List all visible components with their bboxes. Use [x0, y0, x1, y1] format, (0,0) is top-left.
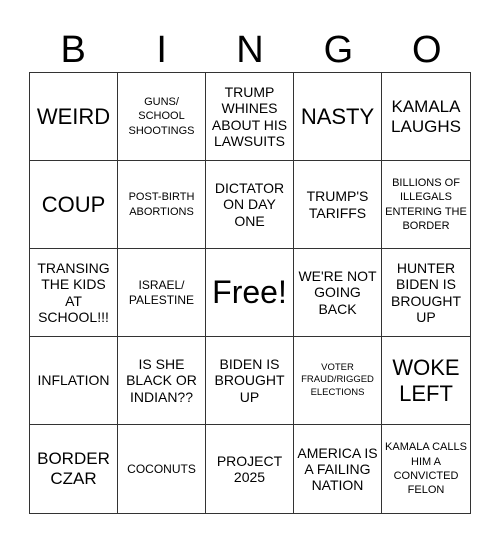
bingo-cell-r1-c5[interactable]: KAMALA LAUGHS	[382, 73, 470, 161]
header-letter-i: I	[156, 29, 167, 71]
bingo-cell-r3-c1[interactable]: TRANSING THE KIDS AT SCHOOL!!!	[30, 249, 118, 337]
header-letter-b: B	[60, 29, 86, 71]
bingo-cell-r3-c2[interactable]: ISRAEL/ PALESTINE	[118, 249, 206, 337]
header-letter-o: O	[412, 29, 442, 71]
bingo-cell-r2-c5[interactable]: BILLIONS OF ILLEGALS ENTERING THE BORDER	[382, 161, 470, 249]
bingo-grid: WEIRD GUNS/ SCHOOL SHOOTINGS TRUMP WHINE…	[29, 72, 471, 514]
bingo-cell-r2-c2[interactable]: POST-BIRTH ABORTIONS	[118, 161, 206, 249]
bingo-cell-r4-c5[interactable]: WOKE LEFT	[382, 337, 470, 425]
bingo-cell-r5-c4[interactable]: AMERICA IS A FAILING NATION	[294, 425, 382, 513]
bingo-cell-r4-c2[interactable]: IS SHE BLACK OR INDIAN??	[118, 337, 206, 425]
bingo-cell-r2-c1[interactable]: COUP	[30, 161, 118, 249]
bingo-cell-r1-c1[interactable]: WEIRD	[30, 73, 118, 161]
bingo-cell-r5-c1[interactable]: BORDER CZAR	[30, 425, 118, 513]
bingo-cell-r4-c4[interactable]: VOTER FRAUD/RIGGED ELECTIONS	[294, 337, 382, 425]
free-space-cell[interactable]: Free!	[206, 249, 294, 337]
bingo-cell-r5-c2[interactable]: COCONUTS	[118, 425, 206, 513]
bingo-cell-r5-c5[interactable]: KAMALA CALLS HIM A CONVICTED FELON	[382, 425, 470, 513]
header-letter-g: G	[323, 29, 354, 71]
header-letter-n: N	[236, 29, 264, 71]
bingo-cell-r4-c1[interactable]: INFLATION	[30, 337, 118, 425]
bingo-cell-r3-c4[interactable]: WE'RE NOT GOING BACK	[294, 249, 382, 337]
bingo-cell-r5-c3[interactable]: PROJECT 2025	[206, 425, 294, 513]
bingo-cell-r4-c3[interactable]: BIDEN IS BROUGHT UP	[206, 337, 294, 425]
bingo-header: B I N G O	[29, 28, 471, 72]
bingo-cell-r1-c2[interactable]: GUNS/ SCHOOL SHOOTINGS	[118, 73, 206, 161]
bingo-cell-r1-c3[interactable]: TRUMP WHINES ABOUT HIS LAWSUITS	[206, 73, 294, 161]
bingo-cell-r2-c3[interactable]: DICTATOR ON DAY ONE	[206, 161, 294, 249]
bingo-cell-r3-c5[interactable]: HUNTER BIDEN IS BROUGHT UP	[382, 249, 470, 337]
bingo-cell-r1-c4[interactable]: NASTY	[294, 73, 382, 161]
bingo-cell-r2-c4[interactable]: TRUMP'S TARIFFS	[294, 161, 382, 249]
